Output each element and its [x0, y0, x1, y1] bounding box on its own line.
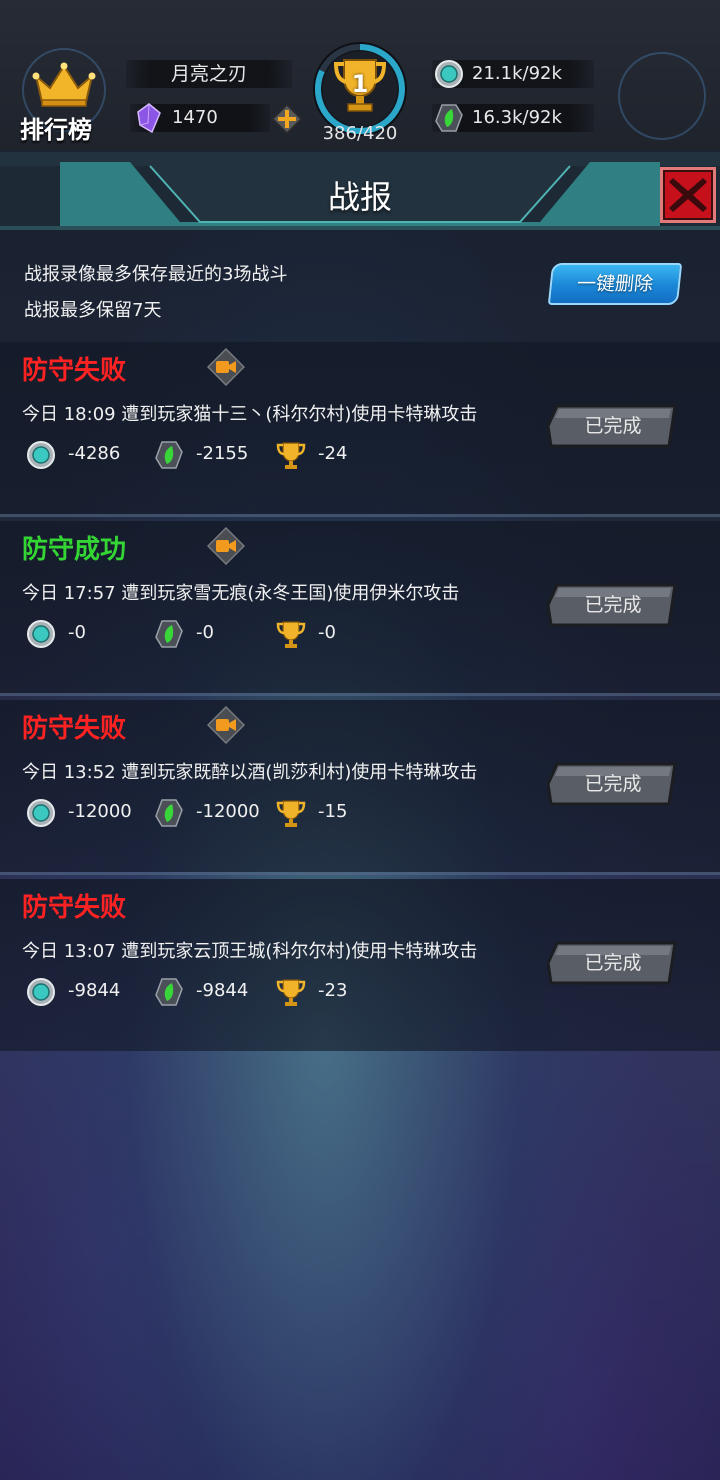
elixir-value: 16.3k/92k [472, 107, 562, 128]
leaderboard-label: 排行榜 [20, 116, 92, 144]
elixir-loss-value: -2155 [196, 443, 249, 464]
record-status: 防守失败 [22, 356, 127, 386]
record-description: 今日 13:07 遭到玩家云顶王城(科尔尔村)使用卡特琳攻击 [22, 941, 478, 962]
trophy-icon [276, 979, 306, 1006]
gem-icon [137, 103, 161, 133]
trophy-loss-value: -0 [318, 622, 336, 643]
record-description: 今日 18:09 遭到玩家猫十三丶(科尔尔村)使用卡特琳攻击 [22, 404, 478, 425]
video-icon[interactable] [207, 348, 245, 386]
elixir-icon [435, 104, 463, 132]
record-status: 防守失败 [22, 893, 127, 923]
crystal-loss-value: -9844 [68, 980, 121, 1001]
elixir-loss-value: -9844 [196, 980, 249, 1001]
crystal-value: 21.1k/92k [472, 63, 562, 84]
completed-button[interactable]: 已完成 [547, 583, 679, 627]
completed-label: 已完成 [584, 773, 642, 795]
battle-record: 防守失败 今日 13:52 遭到玩家既醉以酒(凯莎利村)使用卡特琳攻击 -120… [0, 700, 720, 872]
trophy-icon [276, 800, 306, 827]
rune-circle-right [618, 52, 706, 140]
trophy-icon [276, 621, 306, 648]
completed-button[interactable]: 已完成 [547, 762, 679, 806]
top-hud: 排行榜 月亮之刃 1470 1 386/420 21.1k/92k 16.3k/… [0, 0, 720, 150]
trophy-progress: 386/420 [322, 123, 398, 144]
video-icon[interactable] [207, 706, 245, 744]
battle-record: 防守失败 今日 18:09 遭到玩家猫十三丶(科尔尔村)使用卡特琳攻击 -428… [0, 342, 720, 514]
retention-note: 战报最多保留7天 [24, 300, 162, 321]
record-separator [0, 514, 720, 517]
trophy-loss-value: -15 [318, 801, 348, 822]
battle-record: 防守成功 今日 17:57 遭到玩家雪无痕(永冬王国)使用伊米尔攻击 -0 -0 [0, 521, 720, 693]
crystal-icon [27, 799, 55, 827]
gem-value: 1470 [172, 107, 218, 128]
crown-icon [32, 62, 96, 107]
record-separator [0, 693, 720, 696]
crystal-icon [27, 441, 55, 469]
video-icon[interactable] [207, 527, 245, 565]
crystal-loss-value: -4286 [68, 443, 121, 464]
completed-button[interactable]: 已完成 [547, 404, 679, 448]
elixir-icon [155, 620, 183, 648]
trophy-loss-value: -24 [318, 443, 348, 464]
crystal-icon [27, 978, 55, 1006]
crystal-loss-value: -0 [68, 622, 86, 643]
plus-icon[interactable] [272, 104, 302, 134]
trophy-icon [276, 442, 306, 469]
elixir-counter: 16.3k/92k [432, 104, 594, 132]
elixir-icon [155, 978, 183, 1006]
elixir-loss-value: -12000 [196, 801, 260, 822]
crystal-loss-value: -12000 [68, 801, 132, 822]
record-separator [0, 872, 720, 875]
completed-label: 已完成 [584, 952, 642, 974]
crystal-icon [27, 620, 55, 648]
player-name: 月亮之刃 [126, 60, 292, 88]
completed-button[interactable]: 已完成 [547, 941, 679, 985]
battle-record: 防守失败 今日 13:07 遭到玩家云顶王城(科尔尔村)使用卡特琳攻击 -984… [0, 879, 720, 1051]
crystal-counter: 21.1k/92k [432, 60, 594, 88]
close-icon [669, 178, 707, 212]
trophy-loss-value: -23 [318, 980, 348, 1001]
replay-limit-note: 战报录像最多保存最近的3场战斗 [24, 264, 288, 285]
record-status: 防守成功 [22, 535, 127, 565]
crystal-icon [435, 60, 463, 88]
record-description: 今日 17:57 遭到玩家雪无痕(永冬王国)使用伊米尔攻击 [22, 583, 460, 604]
record-description: 今日 13:52 遭到玩家既醉以酒(凯莎利村)使用卡特琳攻击 [22, 762, 478, 783]
elixir-icon [155, 441, 183, 469]
trophy-level-badge: 1 [313, 42, 407, 136]
close-button[interactable] [660, 167, 716, 223]
gem-counter: 1470 [130, 103, 270, 133]
trophy-rank: 1 [351, 70, 369, 98]
record-status: 防守失败 [22, 714, 127, 744]
delete-all-button[interactable]: 一键删除 [547, 263, 683, 305]
completed-label: 已完成 [584, 594, 642, 616]
completed-label: 已完成 [584, 415, 642, 437]
elixir-loss-value: -0 [196, 622, 214, 643]
leaderboard-button[interactable]: 排行榜 [14, 56, 114, 146]
dialog-title: 战报 [327, 178, 392, 216]
elixir-icon [155, 799, 183, 827]
